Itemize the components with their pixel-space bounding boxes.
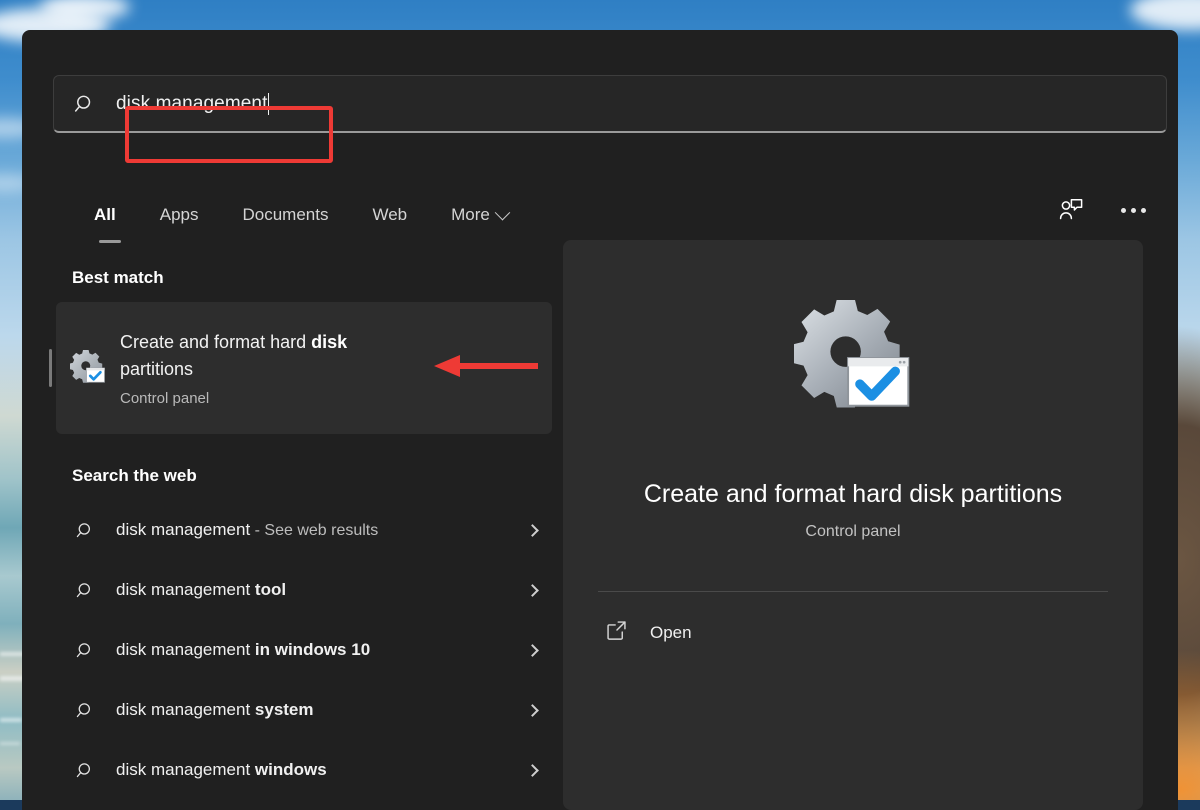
web-result-query: disk management [116,760,255,779]
tab-documents[interactable]: Documents [220,198,350,232]
search-flyout-panel: disk management All Apps Documents Web M… [22,30,1178,810]
web-result-suffix: - See web results [250,522,378,539]
control-panel-gear-check-icon [563,300,1143,418]
best-match-title-rest: partitions [120,359,193,379]
web-result-bold: windows [255,760,327,779]
best-match-heading: Best match [22,262,582,288]
web-result-row[interactable]: disk management windows [56,740,556,800]
search-box[interactable]: disk management [53,75,1167,133]
selection-indicator [49,349,52,387]
web-result-row[interactable]: disk management in windows 10 [56,620,556,680]
chevron-right-icon [524,646,540,655]
search-icon [72,761,98,780]
web-result-row[interactable]: disk management system [56,680,556,740]
web-result-query: disk management [116,580,255,599]
web-result-label: disk management system [116,700,506,720]
tab-apps-label: Apps [160,205,199,225]
tab-apps[interactable]: Apps [138,198,221,232]
tab-more-label: More [451,205,490,225]
web-result-query: disk management [116,640,255,659]
web-result-bold: system [255,700,314,719]
chevron-right-icon [524,526,540,535]
tab-all-label: All [94,205,116,225]
best-match-title: Create and format hard disk partitions [120,329,420,381]
open-button-label: Open [650,623,692,643]
control-panel-gear-check-icon [56,350,120,386]
open-external-icon [605,619,628,647]
preview-subtitle: Control panel [563,523,1143,541]
search-icon [72,701,98,720]
filter-tabs: All Apps Documents Web More [83,198,530,242]
chevron-down-icon [495,204,511,220]
web-result-row[interactable]: disk management tool [56,560,556,620]
web-result-label: disk management windows [116,760,506,780]
search-input[interactable]: disk management [116,93,267,115]
preview-title: Create and format hard disk partitions [563,480,1143,509]
header-actions [1051,190,1153,230]
web-result-bold: in windows 10 [255,640,370,659]
wave [0,742,20,745]
wave [0,676,24,681]
best-match-subtitle: Control panel [120,390,420,407]
search-the-web-heading: Search the web [22,466,582,486]
best-match-title-bold: disk [311,332,347,352]
preview-divider [598,591,1108,592]
results-list: Best match Create and [22,262,582,810]
text-caret [268,93,269,115]
more-options-icon[interactable] [1113,190,1153,230]
search-icon [72,521,98,540]
tab-more[interactable]: More [429,198,530,232]
arrow-annotation [434,355,538,377]
tab-all[interactable]: All [83,198,138,232]
web-result-query: disk management [116,700,255,719]
open-button[interactable]: Open [587,610,887,656]
feedback-icon[interactable] [1051,190,1091,230]
search-icon [72,581,98,600]
wave [0,718,22,722]
search-icon [54,93,116,115]
chevron-right-icon [524,706,540,715]
best-match-title-plain: Create and format hard [120,332,311,352]
tab-documents-label: Documents [242,205,328,225]
tab-active-underline [99,240,121,243]
tab-web[interactable]: Web [350,198,429,232]
chevron-right-icon [524,766,540,775]
chevron-right-icon [524,586,540,595]
web-result-row[interactable]: disk management - See web results [56,500,556,560]
web-result-label: disk management in windows 10 [116,640,506,660]
web-result-query: disk management [116,520,250,539]
search-icon [72,641,98,660]
tab-web-label: Web [372,205,407,225]
preview-pane: Create and format hard disk partitions C… [563,240,1143,810]
best-match-text: Create and format hard disk partitions C… [120,329,438,406]
search-input-wrapper[interactable]: disk management [116,76,1166,131]
cloud [1130,0,1200,30]
ellipsis-glyph [1121,208,1146,213]
web-result-bold: tool [255,580,286,599]
web-result-label: disk management - See web results [116,520,506,540]
web-result-label: disk management tool [116,580,506,600]
